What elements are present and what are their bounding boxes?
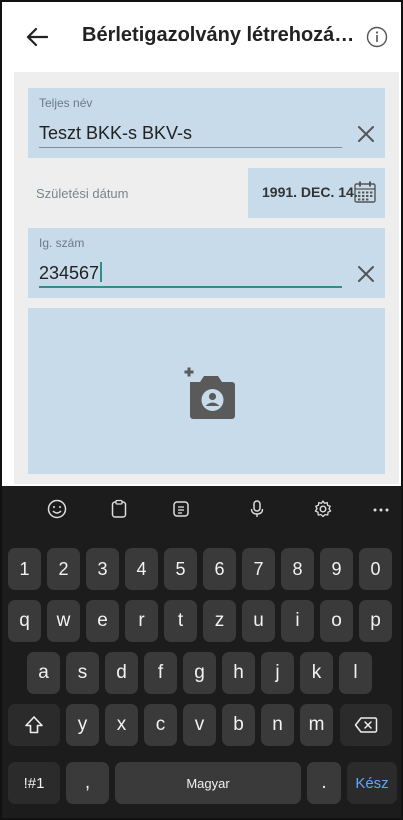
more-icon[interactable] xyxy=(366,494,396,524)
keyboard: 1 2 3 4 5 6 7 8 9 0 q w e r t z u i o p … xyxy=(2,486,401,818)
birth-date-button[interactable]: 1991. DEC. 14. xyxy=(248,168,385,218)
key-6[interactable]: 6 xyxy=(203,548,236,590)
mic-icon[interactable] xyxy=(242,494,272,524)
key-8[interactable]: 8 xyxy=(281,548,314,590)
clear-id-icon[interactable] xyxy=(355,263,377,285)
shift-icon xyxy=(25,716,43,734)
key-5[interactable]: 5 xyxy=(164,548,197,590)
page-title: Bérletigazolvány létrehozá… xyxy=(82,24,352,46)
id-number-value: 234567 xyxy=(39,263,100,283)
key-h[interactable]: h xyxy=(222,652,255,694)
key-j[interactable]: j xyxy=(261,652,294,694)
key-z[interactable]: z xyxy=(203,600,236,642)
key-e[interactable]: e xyxy=(86,600,119,642)
key-9[interactable]: 9 xyxy=(320,548,353,590)
key-y[interactable]: y xyxy=(66,704,99,746)
comma-key[interactable]: , xyxy=(66,762,109,804)
clear-name-icon[interactable] xyxy=(355,123,377,145)
done-key[interactable]: Kész xyxy=(347,762,397,804)
key-r[interactable]: r xyxy=(125,600,158,642)
key-q[interactable]: q xyxy=(8,600,41,642)
id-number-underline xyxy=(39,286,342,288)
key-0[interactable]: 0 xyxy=(359,548,392,590)
shift-key[interactable] xyxy=(8,704,60,746)
key-x[interactable]: x xyxy=(105,704,138,746)
key-a[interactable]: a xyxy=(27,652,60,694)
key-i[interactable]: i xyxy=(281,600,314,642)
key-f[interactable]: f xyxy=(144,652,177,694)
add-photo-icon xyxy=(176,360,242,426)
full-name-underline xyxy=(39,147,342,148)
full-name-label: Teljes név xyxy=(39,96,93,110)
key-l[interactable]: l xyxy=(339,652,372,694)
id-number-input[interactable]: 234567 xyxy=(39,262,339,284)
space-key[interactable]: Magyar xyxy=(115,762,301,804)
birth-date-label: Születési dátum xyxy=(36,186,129,201)
key-w[interactable]: w xyxy=(47,600,80,642)
key-m[interactable]: m xyxy=(300,704,333,746)
id-number-field[interactable]: Ig. szám 234567 xyxy=(28,228,385,298)
key-3[interactable]: 3 xyxy=(86,548,119,590)
app-bar: Bérletigazolvány létrehozá… xyxy=(2,2,401,72)
backspace-key[interactable] xyxy=(340,704,392,746)
settings-icon[interactable] xyxy=(308,494,338,524)
key-p[interactable]: p xyxy=(359,600,392,642)
back-arrow-icon[interactable] xyxy=(24,24,50,50)
key-1[interactable]: 1 xyxy=(8,548,41,590)
key-g[interactable]: g xyxy=(183,652,216,694)
key-7[interactable]: 7 xyxy=(242,548,275,590)
birth-date-value: 1991. DEC. 14. xyxy=(262,184,358,200)
key-u[interactable]: u xyxy=(242,600,275,642)
key-v[interactable]: v xyxy=(183,704,216,746)
text-editor-icon[interactable] xyxy=(166,494,196,524)
emoji-icon[interactable] xyxy=(42,494,72,524)
key-d[interactable]: d xyxy=(105,652,138,694)
full-name-input[interactable]: Teszt BKK-s BKV-s xyxy=(39,122,339,144)
key-s[interactable]: s xyxy=(66,652,99,694)
key-4[interactable]: 4 xyxy=(125,548,158,590)
key-o[interactable]: o xyxy=(320,600,353,642)
key-k[interactable]: k xyxy=(300,652,333,694)
symbols-key[interactable]: !#1 xyxy=(8,762,60,804)
calendar-icon xyxy=(353,180,377,204)
key-b[interactable]: b xyxy=(222,704,255,746)
clipboard-icon[interactable] xyxy=(104,494,134,524)
keyboard-toolbar xyxy=(2,486,401,530)
backspace-icon xyxy=(354,717,378,733)
period-key[interactable]: . xyxy=(307,762,341,804)
id-number-label: Ig. szám xyxy=(39,236,85,250)
key-2[interactable]: 2 xyxy=(47,548,80,590)
key-c[interactable]: c xyxy=(144,704,177,746)
info-icon[interactable] xyxy=(364,24,390,50)
text-cursor xyxy=(100,262,103,282)
form-area: Teljes név Teszt BKK-s BKV-s Születési d… xyxy=(14,72,399,484)
key-n[interactable]: n xyxy=(261,704,294,746)
photo-upload-area[interactable] xyxy=(28,308,385,474)
full-name-field[interactable]: Teljes név Teszt BKK-s BKV-s xyxy=(28,88,385,158)
key-t[interactable]: t xyxy=(164,600,197,642)
